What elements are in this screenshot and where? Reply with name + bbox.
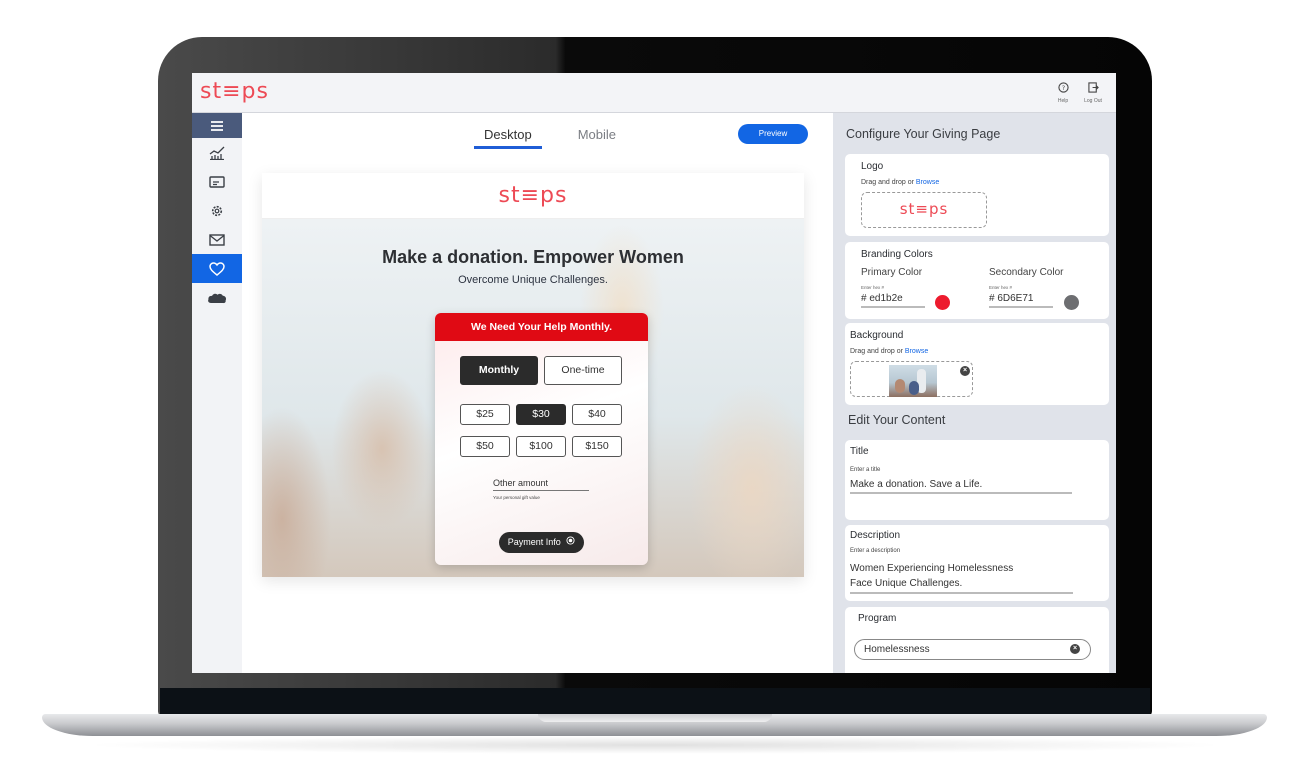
logo-dropzone[interactable]: st≡ps xyxy=(861,192,987,228)
config-panel: Configure Your Giving Page Logo Drag and… xyxy=(833,113,1116,673)
donation-card: We Need Your Help Monthly. Monthly One-t… xyxy=(435,313,648,565)
primary-color-input[interactable]: # ed1b2e xyxy=(861,293,925,308)
primary-color-swatch[interactable] xyxy=(935,295,950,310)
logo-title: Logo xyxy=(861,161,884,172)
amount-button[interactable]: $150 xyxy=(572,436,622,457)
program-select[interactable]: Homelessness × xyxy=(854,639,1091,660)
logo-panel: Logo Drag and drop or Browse st≡ps xyxy=(845,154,1109,236)
arrow-circle-icon xyxy=(566,532,575,553)
hero-section: Make a donation. Empower Women Overcome … xyxy=(262,219,804,577)
tab-mobile[interactable]: Mobile xyxy=(568,127,626,149)
logo-preview: st≡ps xyxy=(899,200,949,218)
background-thumbnail xyxy=(889,365,937,397)
top-bar: st≡ps ? Help Log Out xyxy=(192,73,1116,113)
title-input[interactable]: Make a donation. Save a Life. xyxy=(850,479,1072,494)
amount-button[interactable]: $50 xyxy=(460,436,510,457)
help-icon: ? xyxy=(1049,82,1077,96)
giving-page-preview: st≡ps Make a donation. Empower Women Ove… xyxy=(262,173,804,577)
sidebar-item-giving-page[interactable] xyxy=(192,254,242,283)
background-hint: Drag and drop or Browse xyxy=(850,348,928,355)
secondary-color-input[interactable]: # 6D6E71 xyxy=(989,293,1053,308)
sidebar xyxy=(192,113,242,673)
payment-info-button[interactable]: Payment Info xyxy=(499,532,584,553)
program-panel: Program Homelessness × xyxy=(845,607,1109,673)
amount-options: $25 $30 $40 $50 $100 $150 xyxy=(460,404,622,457)
amount-button[interactable]: $40 xyxy=(572,404,622,425)
tab-desktop[interactable]: Desktop xyxy=(474,127,542,149)
mail-icon xyxy=(209,233,225,246)
laptop-shadow xyxy=(80,736,1230,754)
page-logo: st≡ps xyxy=(498,183,568,208)
clear-program-icon[interactable]: × xyxy=(1070,644,1080,654)
svg-text:?: ? xyxy=(1061,84,1064,92)
logo-browse-link[interactable]: Browse xyxy=(916,179,939,186)
cloud-icon xyxy=(207,292,227,304)
primary-color-label: Primary Color xyxy=(861,267,923,278)
description-input[interactable]: Women Experiencing Homelessness Face Uni… xyxy=(850,561,1073,594)
branding-panel: Branding Colors Primary Color Secondary … xyxy=(845,242,1109,319)
background-browse-link[interactable]: Browse xyxy=(905,348,928,355)
amount-button[interactable]: $100 xyxy=(516,436,566,457)
laptop-mockup: st≡ps ? Help Log Out Desktop Mobile Prev… xyxy=(0,0,1300,760)
heart-icon xyxy=(209,261,225,276)
gear-icon xyxy=(210,204,224,218)
description-line-1: Women Experiencing Homelessness xyxy=(850,563,1014,574)
sidebar-item-settings[interactable] xyxy=(192,196,242,225)
brand-logo[interactable]: st≡ps xyxy=(200,79,269,104)
title-panel: Title Enter a title Make a donation. Sav… xyxy=(845,440,1109,520)
description-field-hint: Enter a description xyxy=(850,548,901,554)
logout-icon xyxy=(1079,82,1107,96)
donation-card-header: We Need Your Help Monthly. xyxy=(435,313,648,341)
title-field-hint: Enter a title xyxy=(850,467,881,473)
secondary-color-swatch[interactable] xyxy=(1064,295,1079,310)
description-line-2: Face Unique Challenges. xyxy=(850,578,963,589)
logo-hint: Drag and drop or Browse xyxy=(861,179,939,186)
remove-background-icon[interactable]: × xyxy=(960,366,970,376)
chart-icon xyxy=(209,146,225,160)
sidebar-item-menu[interactable] xyxy=(192,113,242,138)
edit-content-heading: Edit Your Content xyxy=(848,413,946,427)
sidebar-item-analytics[interactable] xyxy=(192,138,242,167)
preview-area: Desktop Mobile Preview st≡ps Make a dona… xyxy=(242,113,832,673)
page-header: st≡ps xyxy=(262,173,804,219)
frequency-one-time-button[interactable]: One-time xyxy=(544,356,622,385)
logout-label: Log Out xyxy=(1084,98,1102,104)
frequency-monthly-button[interactable]: Monthly xyxy=(460,356,538,385)
preview-button[interactable]: Preview xyxy=(738,124,808,144)
other-amount-help: Your personal gift value xyxy=(493,495,540,500)
frequency-toggle: Monthly One-time xyxy=(460,356,622,385)
app-screen: st≡ps ? Help Log Out Desktop Mobile Prev… xyxy=(192,73,1116,673)
card-icon xyxy=(209,175,225,188)
sidebar-item-salesforce[interactable] xyxy=(192,283,242,312)
secondary-color-label: Secondary Color xyxy=(989,267,1064,278)
background-panel: Background Drag and drop or Browse × xyxy=(845,323,1109,405)
background-title: Background xyxy=(850,330,904,341)
sidebar-item-email[interactable] xyxy=(192,225,242,254)
primary-hex-hint: Enter hex # xyxy=(861,285,885,290)
program-value: Homelessness xyxy=(864,644,930,655)
help-label: Help xyxy=(1057,98,1069,104)
program-label: Program xyxy=(858,613,897,624)
description-panel: Description Enter a description Women Ex… xyxy=(845,525,1109,601)
help-button[interactable]: ? Help xyxy=(1049,82,1077,104)
background-hint-text: Drag and drop or xyxy=(850,348,905,355)
amount-button[interactable]: $30 xyxy=(516,404,566,425)
hamburger-icon xyxy=(210,120,224,132)
background-dropzone[interactable]: × xyxy=(850,361,973,397)
title-field-label: Title xyxy=(850,446,869,457)
other-amount-input[interactable]: Other amount xyxy=(493,478,589,491)
logout-button[interactable]: Log Out xyxy=(1079,82,1107,104)
description-field-label: Description xyxy=(850,530,901,541)
config-heading: Configure Your Giving Page xyxy=(846,127,1001,141)
logo-hint-text: Drag and drop or xyxy=(861,179,916,186)
hero-subtitle: Overcome Unique Challenges. xyxy=(458,274,608,286)
view-tabs: Desktop Mobile xyxy=(474,127,626,149)
hero-title: Make a donation. Empower Women xyxy=(382,247,684,267)
secondary-hex-hint: Enter hex # xyxy=(989,285,1013,290)
payment-info-label: Payment Info xyxy=(507,537,561,547)
amount-button[interactable]: $25 xyxy=(460,404,510,425)
branding-title: Branding Colors xyxy=(861,249,933,260)
laptop-notch xyxy=(538,714,772,722)
sidebar-item-payments[interactable] xyxy=(192,167,242,196)
